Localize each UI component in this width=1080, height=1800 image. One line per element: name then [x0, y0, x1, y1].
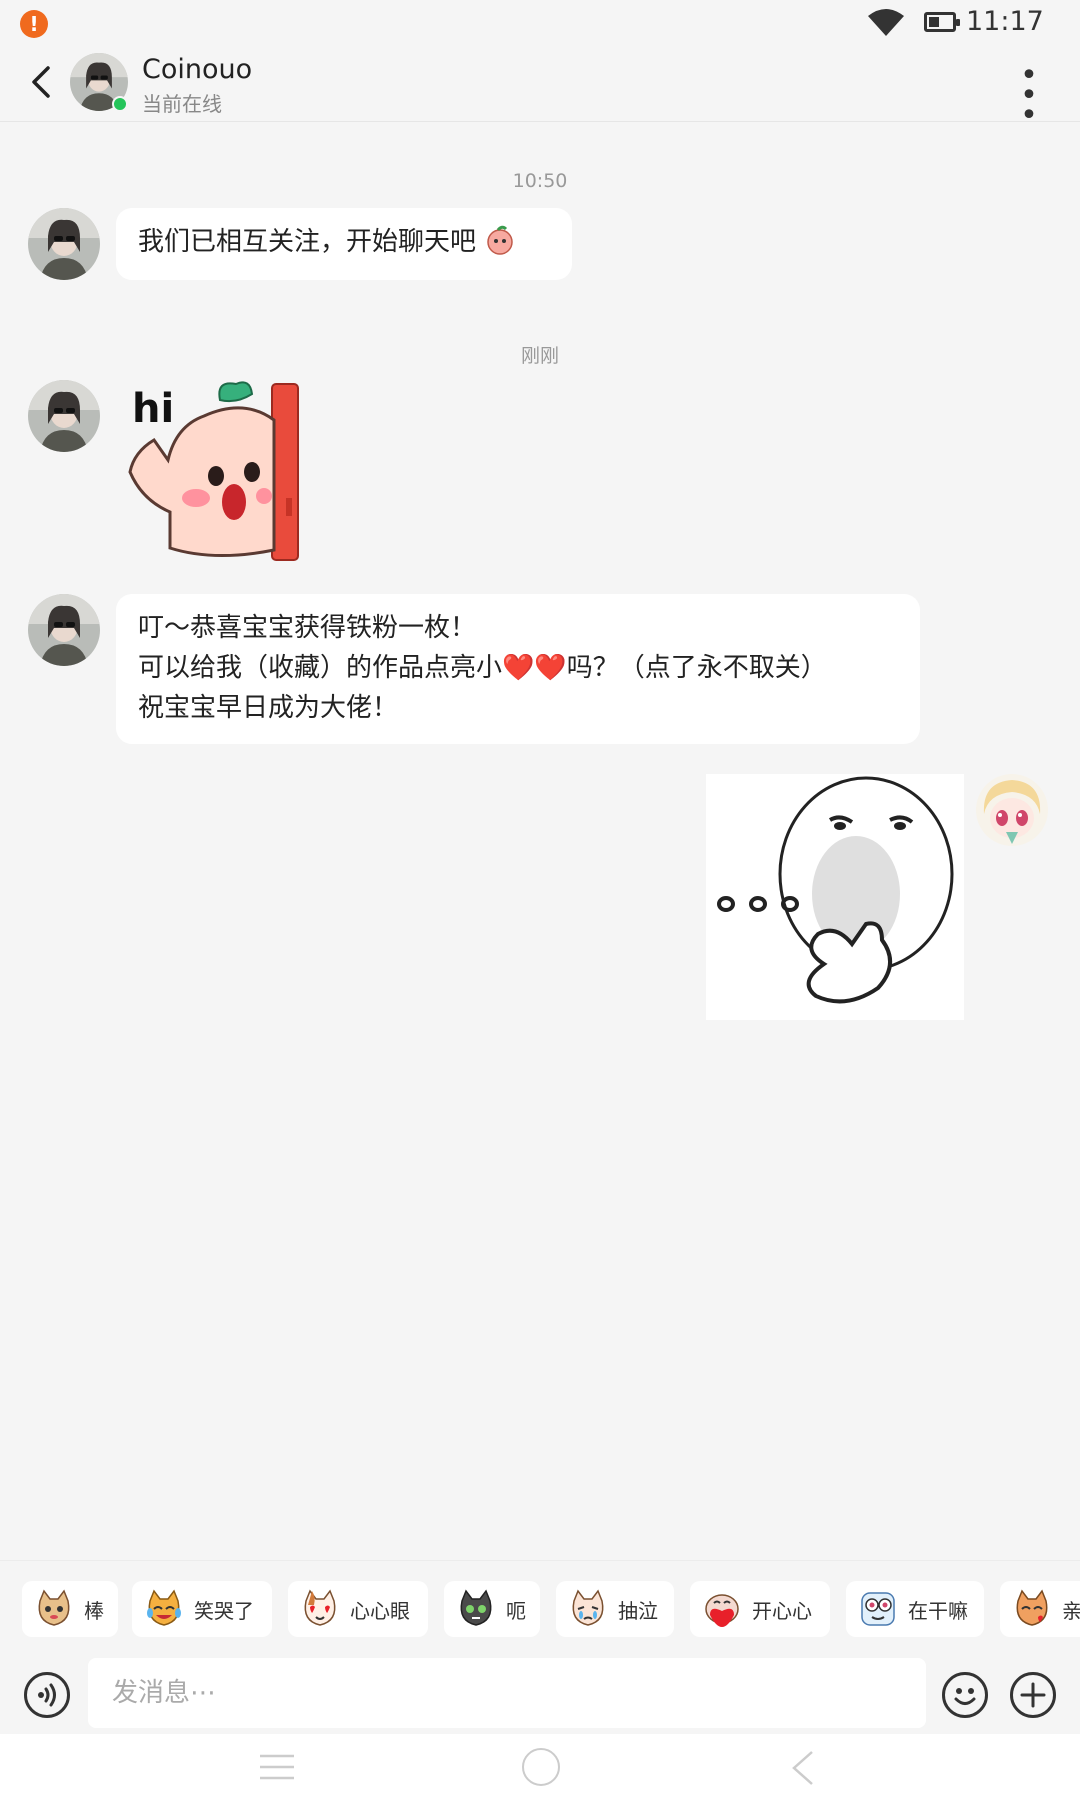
smiley-icon[interactable]	[942, 1672, 988, 1718]
sticker-caption: hi	[132, 386, 175, 432]
quick-emoji-chip[interactable]: 呃	[444, 1581, 540, 1637]
heart-eyes-icon	[304, 1589, 336, 1626]
wifi-icon	[868, 9, 904, 36]
happy-heart-icon	[705, 1594, 739, 1627]
hi-peach-sticker[interactable]: hi	[124, 380, 304, 562]
quick-emoji-label: 棒	[84, 1599, 104, 1623]
sobbing-icon	[572, 1589, 604, 1626]
message-timestamp: 刚刚	[520, 345, 559, 367]
speechless-cat-icon	[460, 1589, 492, 1626]
quick-emoji-chip[interactable]: 亲	[1000, 1581, 1080, 1637]
message-timestamp: 10:50	[512, 170, 568, 192]
message-input[interactable]	[88, 1658, 926, 1728]
quick-emoji-label: 开心心	[752, 1599, 812, 1623]
message-text: 我们已相互关注，开始聊天吧	[138, 227, 477, 257]
plus-icon[interactable]	[1010, 1672, 1056, 1718]
sender-avatar[interactable]	[28, 208, 100, 280]
quick-emoji-label: 心心眼	[350, 1599, 410, 1623]
kiss-icon	[1016, 1589, 1048, 1626]
thinking-face-sticker[interactable]	[706, 774, 964, 1020]
quick-emoji-chip[interactable]: 笑哭了	[132, 1581, 272, 1637]
laughing-cry-icon	[147, 1589, 181, 1626]
message-line: 祝宝宝早日成为大佬！	[138, 693, 399, 723]
exclamation-icon: !	[20, 10, 48, 38]
quick-emoji-bar: 棒 笑哭了 心心眼 呃 抽泣 开心心 在干嘛 亲	[0, 1560, 1080, 1654]
message-bubble[interactable]: 我们已相互关注，开始聊天吧	[116, 208, 572, 280]
battery-icon	[924, 12, 960, 32]
quick-emoji-chip[interactable]: 抽泣	[556, 1581, 674, 1637]
sender-avatar[interactable]	[28, 594, 100, 666]
back-triangle-icon[interactable]	[788, 1750, 818, 1786]
quick-emoji-label: 笑哭了	[194, 1599, 254, 1623]
cat-face-icon	[38, 1589, 70, 1626]
status-time: 11:17	[966, 6, 1044, 37]
quick-emoji-label: 呃	[506, 1599, 526, 1623]
message-input-bar	[0, 1654, 1080, 1734]
sender-avatar[interactable]	[28, 380, 100, 452]
contact-name[interactable]: Coinouo	[142, 54, 252, 85]
peeking-icon	[861, 1592, 895, 1626]
home-circle-icon[interactable]	[522, 1748, 560, 1786]
quick-emoji-label: 亲	[1062, 1599, 1080, 1623]
contact-status: 当前在线	[142, 92, 222, 116]
message-line: 叮～恭喜宝宝获得铁粉一枚！	[138, 613, 477, 643]
quick-emoji-chip[interactable]: 在干嘛	[846, 1581, 984, 1637]
quick-emoji-chip[interactable]: 棒	[22, 1581, 118, 1637]
status-bar: ! 11:17	[0, 0, 1080, 44]
more-dots-icon[interactable]: • • •	[1010, 61, 1050, 131]
quick-emoji-chip[interactable]: 开心心	[690, 1581, 830, 1637]
quick-emoji-label: 抽泣	[618, 1599, 658, 1623]
quick-emoji-label: 在干嘛	[908, 1599, 968, 1623]
menu-lines-icon[interactable]	[258, 1752, 296, 1782]
peach-emoji-icon	[487, 225, 514, 255]
message-bubble[interactable]: 叮～恭喜宝宝获得铁粉一枚！ 可以给我（收藏）的作品点亮小❤️❤️吗？（点了永不取…	[116, 594, 920, 744]
online-indicator	[112, 96, 128, 112]
chat-header: Coinouo 当前在线 • • •	[0, 44, 1080, 131]
message-line: 可以给我（收藏）的作品点亮小❤️❤️吗？（点了永不取关）	[138, 653, 827, 683]
chevron-left-icon[interactable]	[26, 62, 56, 102]
voice-icon[interactable]	[24, 1672, 70, 1718]
system-nav-bar	[0, 1734, 1080, 1800]
my-avatar[interactable]	[976, 774, 1048, 846]
quick-emoji-chip[interactable]: 心心眼	[288, 1581, 428, 1637]
